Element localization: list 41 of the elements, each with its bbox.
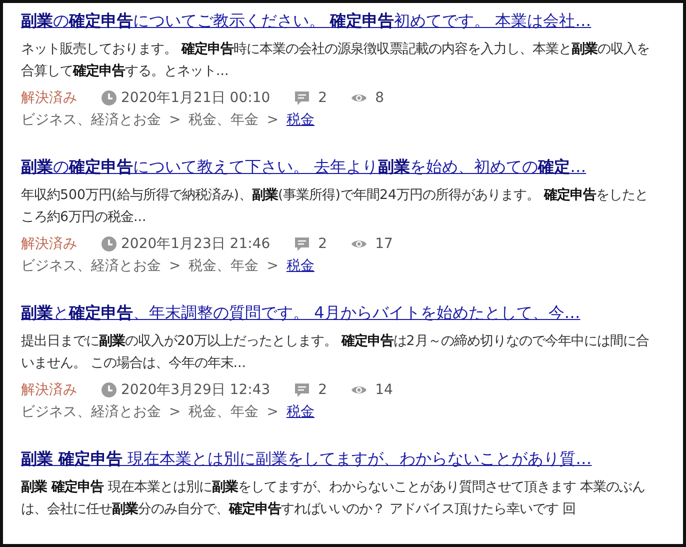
post-date: 2020年1月23日 21:46 (121, 235, 270, 254)
result-title-link[interactable]: 副業 確定申告 現在本業とは別に副業をしてますが、わからないことがあり質… (21, 447, 592, 471)
comment-icon (294, 382, 310, 398)
status-label: 解決済み (21, 89, 77, 108)
breadcrumb-item: 税金、年金 (188, 257, 259, 276)
result-snippet: 提出日までに副業の収入が20万以上だったとします。 確定申告は2月～の締め切りなので今年中には間に合いません。 この場合は、今年の年末... (21, 332, 650, 373)
answer-count: 2 (318, 381, 328, 400)
breadcrumb-separator: > (169, 111, 181, 130)
breadcrumb-link[interactable]: 税金 (286, 109, 314, 131)
breadcrumb-separator: > (266, 111, 278, 130)
breadcrumb-item: ビジネス、経済とお金 (21, 111, 161, 130)
result-snippet: 副業 確定申告 現在本業とは別に副業をしてますが、わからないことがあり質問させて頂きます 本業のぶんは、会社に任せ副業分のみ自分で、確定申告すればいいのか？ アドバイス頂けたら幸いです 回 (21, 478, 646, 519)
breadcrumb-item: 税金、年金 (188, 403, 259, 422)
breadcrumb-separator: > (266, 403, 278, 422)
view-count: 17 (375, 235, 393, 254)
breadcrumb-separator: > (266, 257, 278, 276)
clock-icon (101, 382, 117, 398)
comment-icon (294, 236, 310, 252)
clock-icon (101, 236, 117, 252)
breadcrumb-link[interactable]: 税金 (286, 255, 314, 277)
view-count: 14 (375, 381, 393, 400)
answer-count: 2 (318, 235, 328, 254)
view-count: 8 (375, 89, 384, 108)
result-title-link[interactable]: 副業の確定申告について教えて下さい。 去年より副業を始め、初めての確定… (21, 155, 586, 179)
breadcrumb-separator: > (169, 403, 181, 422)
comment-icon (294, 90, 310, 106)
post-date: 2020年3月29日 12:43 (121, 381, 270, 400)
clock-icon (101, 90, 117, 106)
answer-count: 2 (318, 89, 328, 108)
breadcrumb-item: ビジネス、経済とお金 (21, 257, 161, 276)
status-label: 解決済み (21, 381, 77, 400)
breadcrumb-item: 税金、年金 (188, 111, 259, 130)
result-title-link[interactable]: 副業の確定申告についてご教示ください。 確定申告初めてです。 本業は会社… (21, 9, 592, 33)
result-title-link[interactable]: 副業と確定申告、年末調整の質問です。 4月からバイトを始めたとして、今… (21, 301, 580, 325)
result-snippet: ネット販売しております。 確定申告時に本業の会社の源泉徴収票記載の内容を入力し、本業と副業の収入を合算して確定申告する。とネット... (21, 40, 650, 81)
breadcrumb-item: ビジネス、経済とお金 (21, 403, 161, 422)
result-snippet: 年収約500万円(給与所得で納税済み)、副業(事業所得)で年間24万円の所得があります。 確定申告をしたところ約6万円の税金... (21, 186, 649, 227)
breadcrumb-link[interactable]: 税金 (286, 401, 314, 423)
post-date: 2020年1月21日 00:10 (121, 89, 270, 108)
status-label: 解決済み (21, 235, 77, 254)
breadcrumb-separator: > (169, 257, 181, 276)
